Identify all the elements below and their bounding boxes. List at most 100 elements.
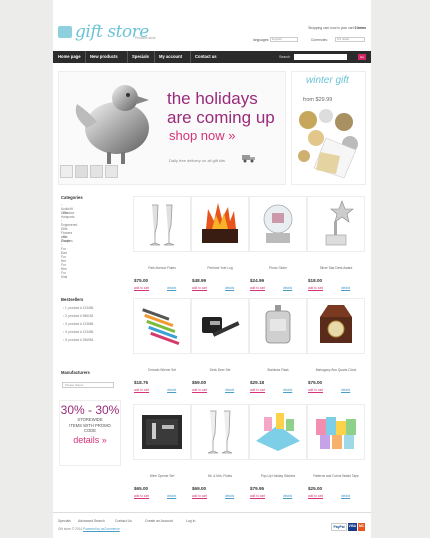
winter-gift-banner[interactable]: winter gift from $29.99 [291, 71, 366, 185]
product-card: Patterns and Colors Washi Tape $25.00 ad… [307, 404, 365, 504]
add-to-cart-link[interactable]: add to cart [308, 494, 323, 498]
product-image[interactable] [249, 298, 307, 354]
cart-summary[interactable]: Shopping cart: now in your cart 0 items [308, 26, 366, 30]
page: gift store Products store Shopping cart:… [53, 0, 371, 538]
add-to-cart-link[interactable]: add to cart [134, 388, 149, 392]
product-details-link[interactable]: details [341, 286, 350, 290]
category-item[interactable]: For Kids [61, 267, 67, 279]
product-name[interactable]: Silver Star Desk Award [307, 266, 365, 270]
payment-methods: PayPal VISA MC [331, 523, 365, 531]
product-card: Silver Star Desk Award $18.00 add to car… [307, 196, 365, 296]
category-item[interactable]: Outdoor Hotsports [61, 211, 75, 219]
add-to-cart-link[interactable]: add to cart [134, 286, 149, 290]
shop-now-link[interactable]: shop now » [169, 128, 236, 143]
search-input[interactable] [294, 54, 347, 60]
category-item[interactable]: For Couples [61, 235, 73, 243]
manufacturers-select[interactable]: Please Select [62, 382, 114, 388]
product-name[interactable]: Perfume Yule Log [191, 266, 249, 270]
footer-link-create-account[interactable]: Create an Account [145, 519, 173, 523]
product-name[interactable]: Cerrado Wiener Set [133, 368, 191, 372]
nav-my-account[interactable]: My account [159, 51, 182, 63]
product-details-link[interactable]: details [167, 388, 176, 392]
languages-label: languages: [253, 38, 270, 42]
banner-thumb[interactable] [60, 165, 73, 178]
footer-link-log-in[interactable]: Log In [186, 519, 195, 523]
product-image[interactable] [191, 298, 249, 354]
banner-thumb[interactable] [75, 165, 88, 178]
footer-link-advanced-search[interactable]: Advanced Search [78, 519, 105, 523]
product-name[interactable]: Mr. & Mrs. Flutes [191, 474, 249, 478]
add-to-cart-link[interactable]: add to cart [250, 494, 265, 498]
product-image[interactable]: / [249, 196, 307, 252]
add-to-cart-link[interactable]: add to cart [250, 286, 265, 290]
product-details-link[interactable]: details [167, 494, 176, 498]
bestseller-item[interactable]: 4. product # 123456 [63, 330, 93, 334]
product-image[interactable] [133, 404, 191, 460]
product-details-link[interactable]: details [225, 494, 234, 498]
banner-headline: the holidays are coming up [167, 89, 275, 127]
product-details-link[interactable]: details [283, 388, 292, 392]
product-price: $59.00 [192, 380, 207, 385]
promo-banner[interactable]: 30% - 30% STOREWIDE ITEMS WITH PROMO COD… [59, 400, 121, 466]
bestseller-item[interactable]: 2. product # 986163 [63, 314, 93, 318]
manufacturers-heading: Manufacturers [61, 370, 90, 375]
product-details-link[interactable]: details [283, 286, 292, 290]
product-price: $48.99 [192, 278, 207, 283]
footer-link-specials[interactable]: Specials [58, 519, 71, 523]
product-image[interactable] [133, 298, 191, 354]
product-card: Mr. & Mrs. Flutes $69.00 add to cart det… [191, 404, 249, 504]
nav-new-products[interactable]: New products [90, 51, 118, 63]
banner-thumb[interactable] [90, 165, 103, 178]
search-button[interactable]: Go [358, 54, 366, 60]
product-details-link[interactable]: details [341, 388, 350, 392]
product-name[interactable]: Park Avenue Flutes [133, 266, 191, 270]
nav-contact-us[interactable]: Contact us [195, 51, 217, 63]
copyright-text: Gift store © 2014 [58, 527, 83, 531]
nav-specials[interactable]: Specials [132, 51, 149, 63]
language-select[interactable]: English [270, 37, 298, 42]
product-image[interactable] [191, 196, 249, 252]
product-name[interactable]: Photo Globe [249, 266, 307, 270]
product-image[interactable] [307, 404, 365, 460]
product-name[interactable]: Mahogany Box Quartz Clock [307, 368, 365, 372]
bestseller-item[interactable]: 5. product # 256954 [63, 338, 93, 342]
add-to-cart-link[interactable]: add to cart [308, 286, 323, 290]
currency-select[interactable]: US dollar [335, 37, 365, 42]
add-to-cart-link[interactable]: add to cart [308, 388, 323, 392]
bestseller-item[interactable]: 3. product # 123656 [63, 322, 93, 326]
copyright: Gift store © 2014 Powered by osCommerce [58, 527, 120, 531]
cart-text: now in your cart [330, 26, 354, 30]
store-tagline: Products store [135, 36, 156, 40]
product-details-link[interactable]: details [341, 494, 350, 498]
powered-by-link[interactable]: Powered by osCommerce [83, 527, 120, 531]
product-details-link[interactable]: details [225, 388, 234, 392]
nav-home[interactable]: Home page [58, 51, 81, 63]
product-name[interactable]: Patterns and Colors Washi Tape [307, 474, 365, 478]
champagne-flutes-icon [149, 204, 175, 246]
nav-divider [154, 51, 155, 63]
add-to-cart-link[interactable]: add to cart [134, 494, 149, 498]
product-details-link[interactable]: details [225, 286, 234, 290]
promo-details-link[interactable]: details » [60, 435, 120, 445]
product-image[interactable] [307, 298, 365, 354]
footer-link-contact-us[interactable]: Contact Us [115, 519, 132, 523]
product-name[interactable]: Deck Deer Set [191, 368, 249, 372]
product-details-link[interactable]: details [283, 494, 292, 498]
add-to-cart-link[interactable]: add to cart [192, 494, 207, 498]
product-name[interactable]: Stainless Flask [249, 368, 307, 372]
banner-thumb[interactable] [105, 165, 118, 178]
product-name[interactable]: Wine Opener Set [133, 474, 191, 478]
product-name[interactable]: Pop-Up Holiday Stickers [249, 474, 307, 478]
product-image[interactable] [249, 404, 307, 460]
product-image[interactable] [133, 196, 191, 252]
product-image[interactable] [307, 196, 365, 252]
add-to-cart-link[interactable]: add to cart [192, 388, 207, 392]
product-image[interactable] [191, 404, 249, 460]
product-price: $25.00 [308, 486, 323, 491]
add-to-cart-link[interactable]: add to cart [192, 286, 207, 290]
product-card: Wine Opener Set $65.00 add to cart detai… [133, 404, 191, 504]
bestseller-item[interactable]: 1. product # 123456 [63, 306, 93, 310]
add-to-cart-link[interactable]: add to cart [250, 388, 265, 392]
product-details-link[interactable]: details [167, 286, 176, 290]
silver-bird-icon [75, 85, 149, 164]
